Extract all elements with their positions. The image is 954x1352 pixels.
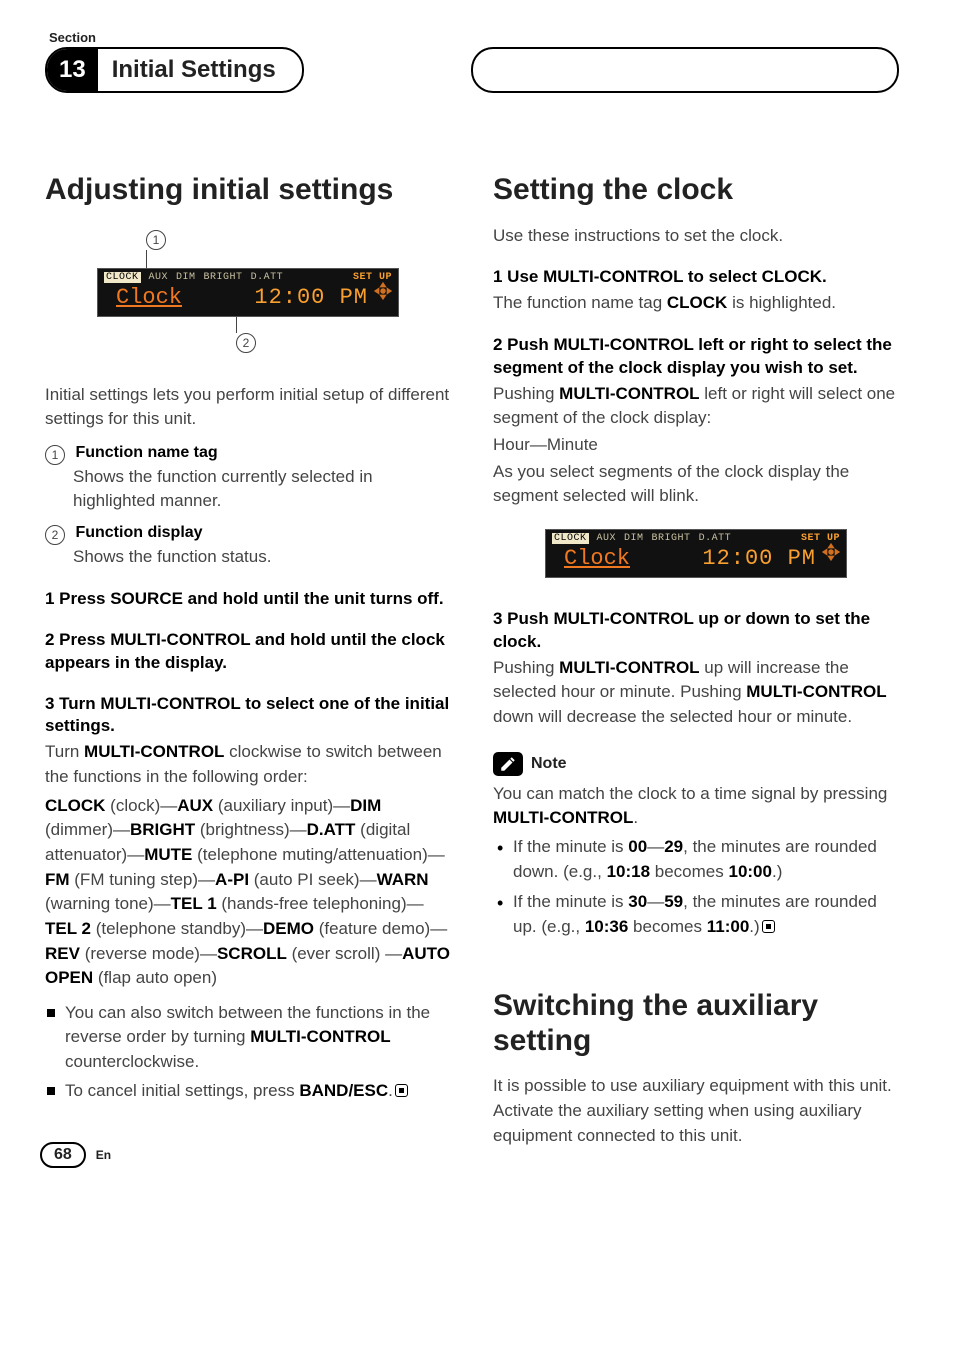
rstep1-head: 1 Use MULTI-CONTROL to select CLOCK. xyxy=(493,266,899,289)
lcd-time: 12:00 PM xyxy=(254,285,368,310)
fn1-number: 1 xyxy=(45,445,65,465)
section-number: 13 xyxy=(47,49,98,91)
page-number: 68 xyxy=(40,1142,86,1168)
lcd-figure-1: 1 CLOCK AUX DIM BRIGHT D.ATT SET UP xyxy=(45,228,451,353)
manual-page: Section 13 Initial Settings Adjusting in… xyxy=(0,0,954,1188)
multi-control-icon xyxy=(372,280,394,302)
heading-setting-clock: Setting the clock xyxy=(493,173,899,208)
heading-adjusting: Adjusting initial settings xyxy=(45,173,451,208)
fn-display-row: 2 Function display xyxy=(45,524,451,545)
step2-head: 2 Press MULTI-CONTROL and hold until the… xyxy=(45,629,451,675)
note-heading: Note xyxy=(493,752,899,776)
note-bullet-2: If the minute is 30—59, the minutes are … xyxy=(493,890,899,939)
section-tab: 13 Initial Settings xyxy=(45,47,304,93)
note-icon xyxy=(493,752,523,776)
header-blank-left xyxy=(471,47,515,93)
lcd2-tag-datt: D.ATT xyxy=(699,533,732,544)
section-title: Initial Settings xyxy=(112,56,276,84)
clock-intro: Use these instructions to set the clock. xyxy=(493,224,899,249)
multi-control-icon xyxy=(820,541,842,563)
rstep3-head: 3 Push MULTI-CONTROL up or down to set t… xyxy=(493,608,899,654)
step3-head: 3 Turn MULTI-CONTROL to select one of th… xyxy=(45,693,451,739)
step1-head: 1 Press SOURCE and hold until the unit t… xyxy=(45,588,451,611)
left-column: Adjusting initial settings 1 CLOCK AUX D… xyxy=(45,173,451,1158)
lcd-tag-bright: BRIGHT xyxy=(204,272,243,283)
fn2-body: Shows the function status. xyxy=(73,545,451,570)
lcd-tag-dim: DIM xyxy=(176,272,196,283)
end-mark-icon xyxy=(762,920,775,933)
lcd-display-2: CLOCK AUX DIM BRIGHT D.ATT SET UP Clock … xyxy=(545,529,847,578)
fn2-label: Function display xyxy=(75,524,202,541)
lcd-tag-aux: AUX xyxy=(149,272,169,283)
fn-name-tag-row: 1 Function name tag xyxy=(45,444,451,465)
fn2-number: 2 xyxy=(45,525,65,545)
rstep2-body: Pushing MULTI-CONTROL left or right will… xyxy=(493,382,899,431)
lcd-tag-datt: D.ATT xyxy=(251,272,284,283)
step3-body-lead: Turn MULTI-CONTROL clockwise to switch b… xyxy=(45,740,451,789)
note-label: Note xyxy=(531,755,567,773)
lcd2-tag-bright: BRIGHT xyxy=(652,533,691,544)
lcd-tag-clock: CLOCK xyxy=(104,272,141,283)
lcd-figure-2: CLOCK AUX DIM BRIGHT D.ATT SET UP Clock … xyxy=(493,529,899,578)
lcd-function-label: Clock xyxy=(116,285,182,310)
intro-text: Initial settings lets you perform initia… xyxy=(45,383,451,432)
reverse-note: You can also switch between the function… xyxy=(45,1001,451,1075)
page-lang: En xyxy=(96,1148,111,1162)
lcd-display-1: CLOCK AUX DIM BRIGHT D.ATT SET UP Clock … xyxy=(97,268,399,317)
lcd2-tag-aux: AUX xyxy=(597,533,617,544)
right-column: Setting the clock Use these instructions… xyxy=(493,173,899,1158)
note-bullet-1: If the minute is 00—29, the minutes are … xyxy=(493,835,899,884)
fn1-body: Shows the function currently selected in… xyxy=(73,465,451,514)
header-blank-right xyxy=(855,47,899,93)
header-blank-mid xyxy=(515,47,855,93)
callout-2: 2 xyxy=(236,333,256,353)
aux-body: It is possible to use auxiliary equipmen… xyxy=(493,1074,899,1148)
lcd2-time: 12:00 PM xyxy=(702,546,816,571)
rstep3-body: Pushing MULTI-CONTROL up will increase t… xyxy=(493,656,899,730)
lcd2-tag-dim: DIM xyxy=(624,533,644,544)
page-header: 13 Initial Settings xyxy=(45,47,899,93)
callout-1: 1 xyxy=(146,230,166,250)
rstep1-body: The function name tag CLOCK is highlight… xyxy=(493,291,899,316)
page-footer: 68 En xyxy=(40,1142,111,1168)
rstep2-tail: As you select segments of the clock disp… xyxy=(493,460,899,509)
section-label: Section xyxy=(49,30,899,45)
note-body: You can match the clock to a time signal… xyxy=(493,782,899,831)
hour-minute: Hour—Minute xyxy=(493,433,899,458)
cancel-note: To cancel initial settings, press BAND/E… xyxy=(45,1079,451,1104)
lcd2-tag-clock: CLOCK xyxy=(552,533,589,544)
heading-aux: Switching the auxiliary setting xyxy=(493,989,899,1058)
end-mark-icon xyxy=(395,1084,408,1097)
function-order-list: CLOCK (clock)—AUX (auxiliary input)—DIM … xyxy=(45,794,451,991)
fn1-label: Function name tag xyxy=(75,444,217,461)
rstep2-head: 2 Push MULTI-CONTROL left or right to se… xyxy=(493,334,899,380)
lcd2-function-label: Clock xyxy=(564,546,630,571)
